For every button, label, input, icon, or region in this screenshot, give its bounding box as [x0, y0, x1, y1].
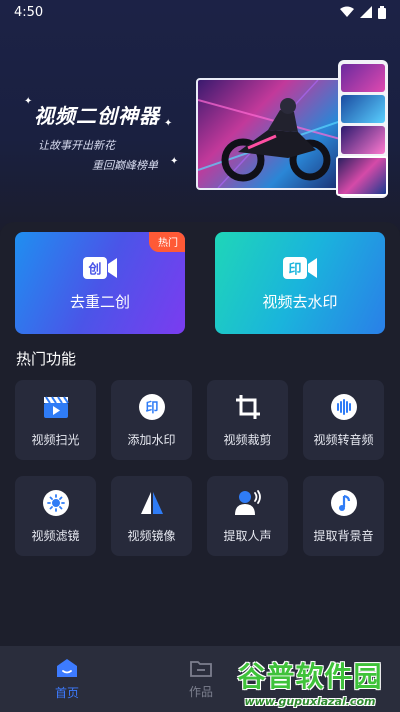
tool-label: 添加水印 — [127, 432, 176, 447]
watermark-camera-icon: 印 — [283, 255, 317, 281]
tool-label: 视频滤镜 — [31, 528, 80, 543]
tool-label: 提取背景音 — [313, 528, 374, 543]
watermark-icon-glyph: 印 — [288, 262, 301, 277]
hero-banner[interactable]: 4:50 ✦ ✦ ✦ 视频二创神器 让故事开出新花 重回巅峰榜单 — [0, 0, 400, 230]
watermark-url: www.gupuxlazal.com — [244, 694, 376, 708]
status-icons — [340, 5, 386, 19]
sparkle-icon: ✦ — [24, 96, 33, 107]
tool-extract-bgm[interactable]: 提取背景音 — [303, 476, 384, 556]
dedup-camera-icon: 创 — [83, 255, 117, 281]
thumbnail — [341, 64, 385, 92]
wifi-icon — [340, 6, 354, 17]
home-icon — [57, 658, 77, 677]
sparkle-icon: ✦ — [170, 156, 179, 167]
thumbnail — [341, 95, 385, 123]
dedup-icon-glyph: 创 — [87, 261, 101, 277]
music-note-icon — [330, 489, 358, 517]
tool-extract-voice[interactable]: 提取人声 — [207, 476, 288, 556]
banner-title: 视频二创神器 — [34, 104, 160, 128]
status-bar: 4:50 — [0, 0, 400, 24]
tool-video-to-audio[interactable]: 视频转音频 — [303, 380, 384, 460]
tool-video-sweep[interactable]: 视频扫光 — [15, 380, 96, 460]
audio-wave-icon — [330, 393, 358, 421]
tab-home-label: 首页 — [54, 685, 79, 700]
tool-video-filter[interactable]: 视频滤镜 — [15, 476, 96, 556]
clapper-icon — [42, 393, 70, 421]
banner-subtitle-2: 重回巅峰榜单 — [92, 159, 158, 172]
tab-home[interactable]: 首页 — [0, 646, 134, 712]
stamp-icon-glyph: 印 — [145, 401, 158, 416]
tool-label: 视频裁剪 — [223, 432, 272, 447]
banner-subtitle-1: 让故事开出新花 — [38, 139, 115, 152]
tool-label: 视频转音频 — [313, 432, 374, 447]
remove-watermark-label: 视频去水印 — [262, 292, 338, 311]
watermark-title: 谷普软件园 — [237, 659, 383, 693]
status-time: 4:50 — [14, 4, 44, 20]
motorcycle-illustration — [196, 78, 346, 190]
stamp-icon: 印 — [138, 393, 166, 421]
mirror-icon — [138, 489, 166, 517]
voice-person-icon — [234, 489, 262, 517]
hero-text: 视频二创神器 让故事开出新花 重回巅峰榜单 — [34, 100, 160, 173]
tool-label: 视频扫光 — [31, 432, 80, 447]
crop-icon — [234, 393, 262, 421]
main-panel: 热门 创 去重二创 印 视频去水印 热门功能 视频扫光 印 添加水印 视频裁剪 … — [0, 222, 400, 712]
dedup-remix-label: 去重二创 — [69, 292, 130, 311]
thumbnail — [341, 126, 385, 154]
folder-icon — [190, 660, 212, 677]
tab-works-label: 作品 — [188, 684, 213, 699]
filter-icon — [42, 489, 70, 517]
site-watermark-logo: 谷普软件园 www.gupuxlazal.com — [222, 654, 398, 708]
tool-video-crop[interactable]: 视频裁剪 — [207, 380, 288, 460]
battery-icon — [378, 5, 386, 19]
dedup-remix-button[interactable]: 热门 创 去重二创 — [15, 232, 185, 334]
tool-video-mirror[interactable]: 视频镜像 — [111, 476, 192, 556]
hot-badge: 热门 — [149, 232, 185, 252]
tool-add-watermark[interactable]: 印 添加水印 — [111, 380, 192, 460]
remove-watermark-button[interactable]: 印 视频去水印 — [215, 232, 385, 334]
sparkle-icon: ✦ — [164, 118, 173, 129]
thumbnail-highlight — [336, 156, 388, 196]
tool-label: 提取人声 — [223, 528, 272, 543]
tool-label: 视频镜像 — [127, 528, 176, 543]
section-title: 热门功能 — [16, 350, 77, 368]
signal-icon — [360, 6, 372, 18]
